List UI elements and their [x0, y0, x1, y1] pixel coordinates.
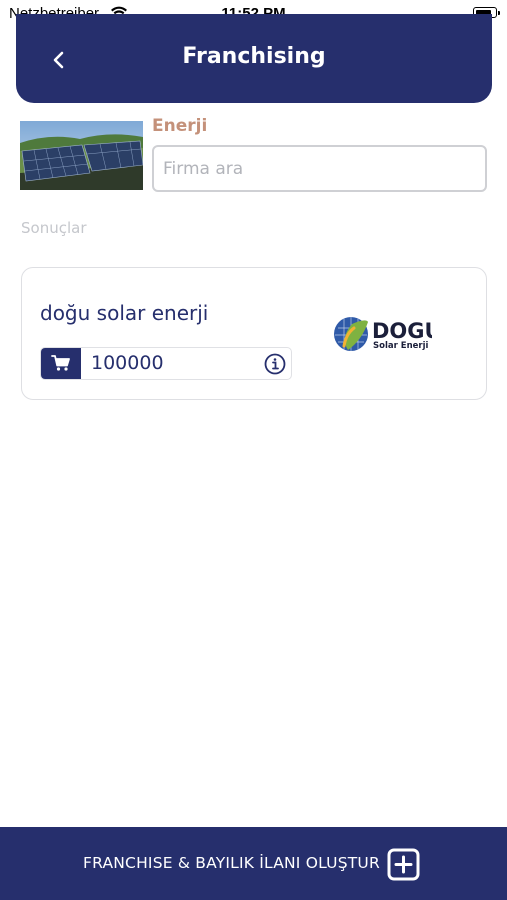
- plus-square-icon: [387, 848, 420, 881]
- result-card[interactable]: doğu solar enerji 100000 DOG Solar Enerj…: [21, 267, 487, 400]
- price-value: 100000: [91, 352, 164, 374]
- price-box: 100000: [40, 347, 292, 380]
- nav-header: Franchising: [16, 14, 492, 103]
- company-logo: DOGU Solar Enerji: [334, 317, 432, 351]
- category-title: Enerji: [152, 116, 208, 136]
- cart-icon-box: [41, 348, 81, 379]
- logo-name: DOGU: [372, 319, 432, 343]
- category-image: [20, 121, 143, 190]
- logo-subtitle: Solar Enerji: [373, 341, 428, 351]
- search-input[interactable]: [152, 145, 487, 192]
- info-icon[interactable]: [264, 353, 286, 375]
- cart-icon: [51, 355, 70, 371]
- results-label: Sonuçlar: [21, 219, 87, 237]
- company-name: doğu solar enerji: [40, 301, 209, 325]
- create-listing-label: FRANCHISE & BAYILIK İLANI OLUŞTUR: [83, 854, 380, 872]
- page-title: Franchising: [182, 44, 326, 69]
- create-listing-button[interactable]: FRANCHISE & BAYILIK İLANI OLUŞTUR: [0, 827, 507, 900]
